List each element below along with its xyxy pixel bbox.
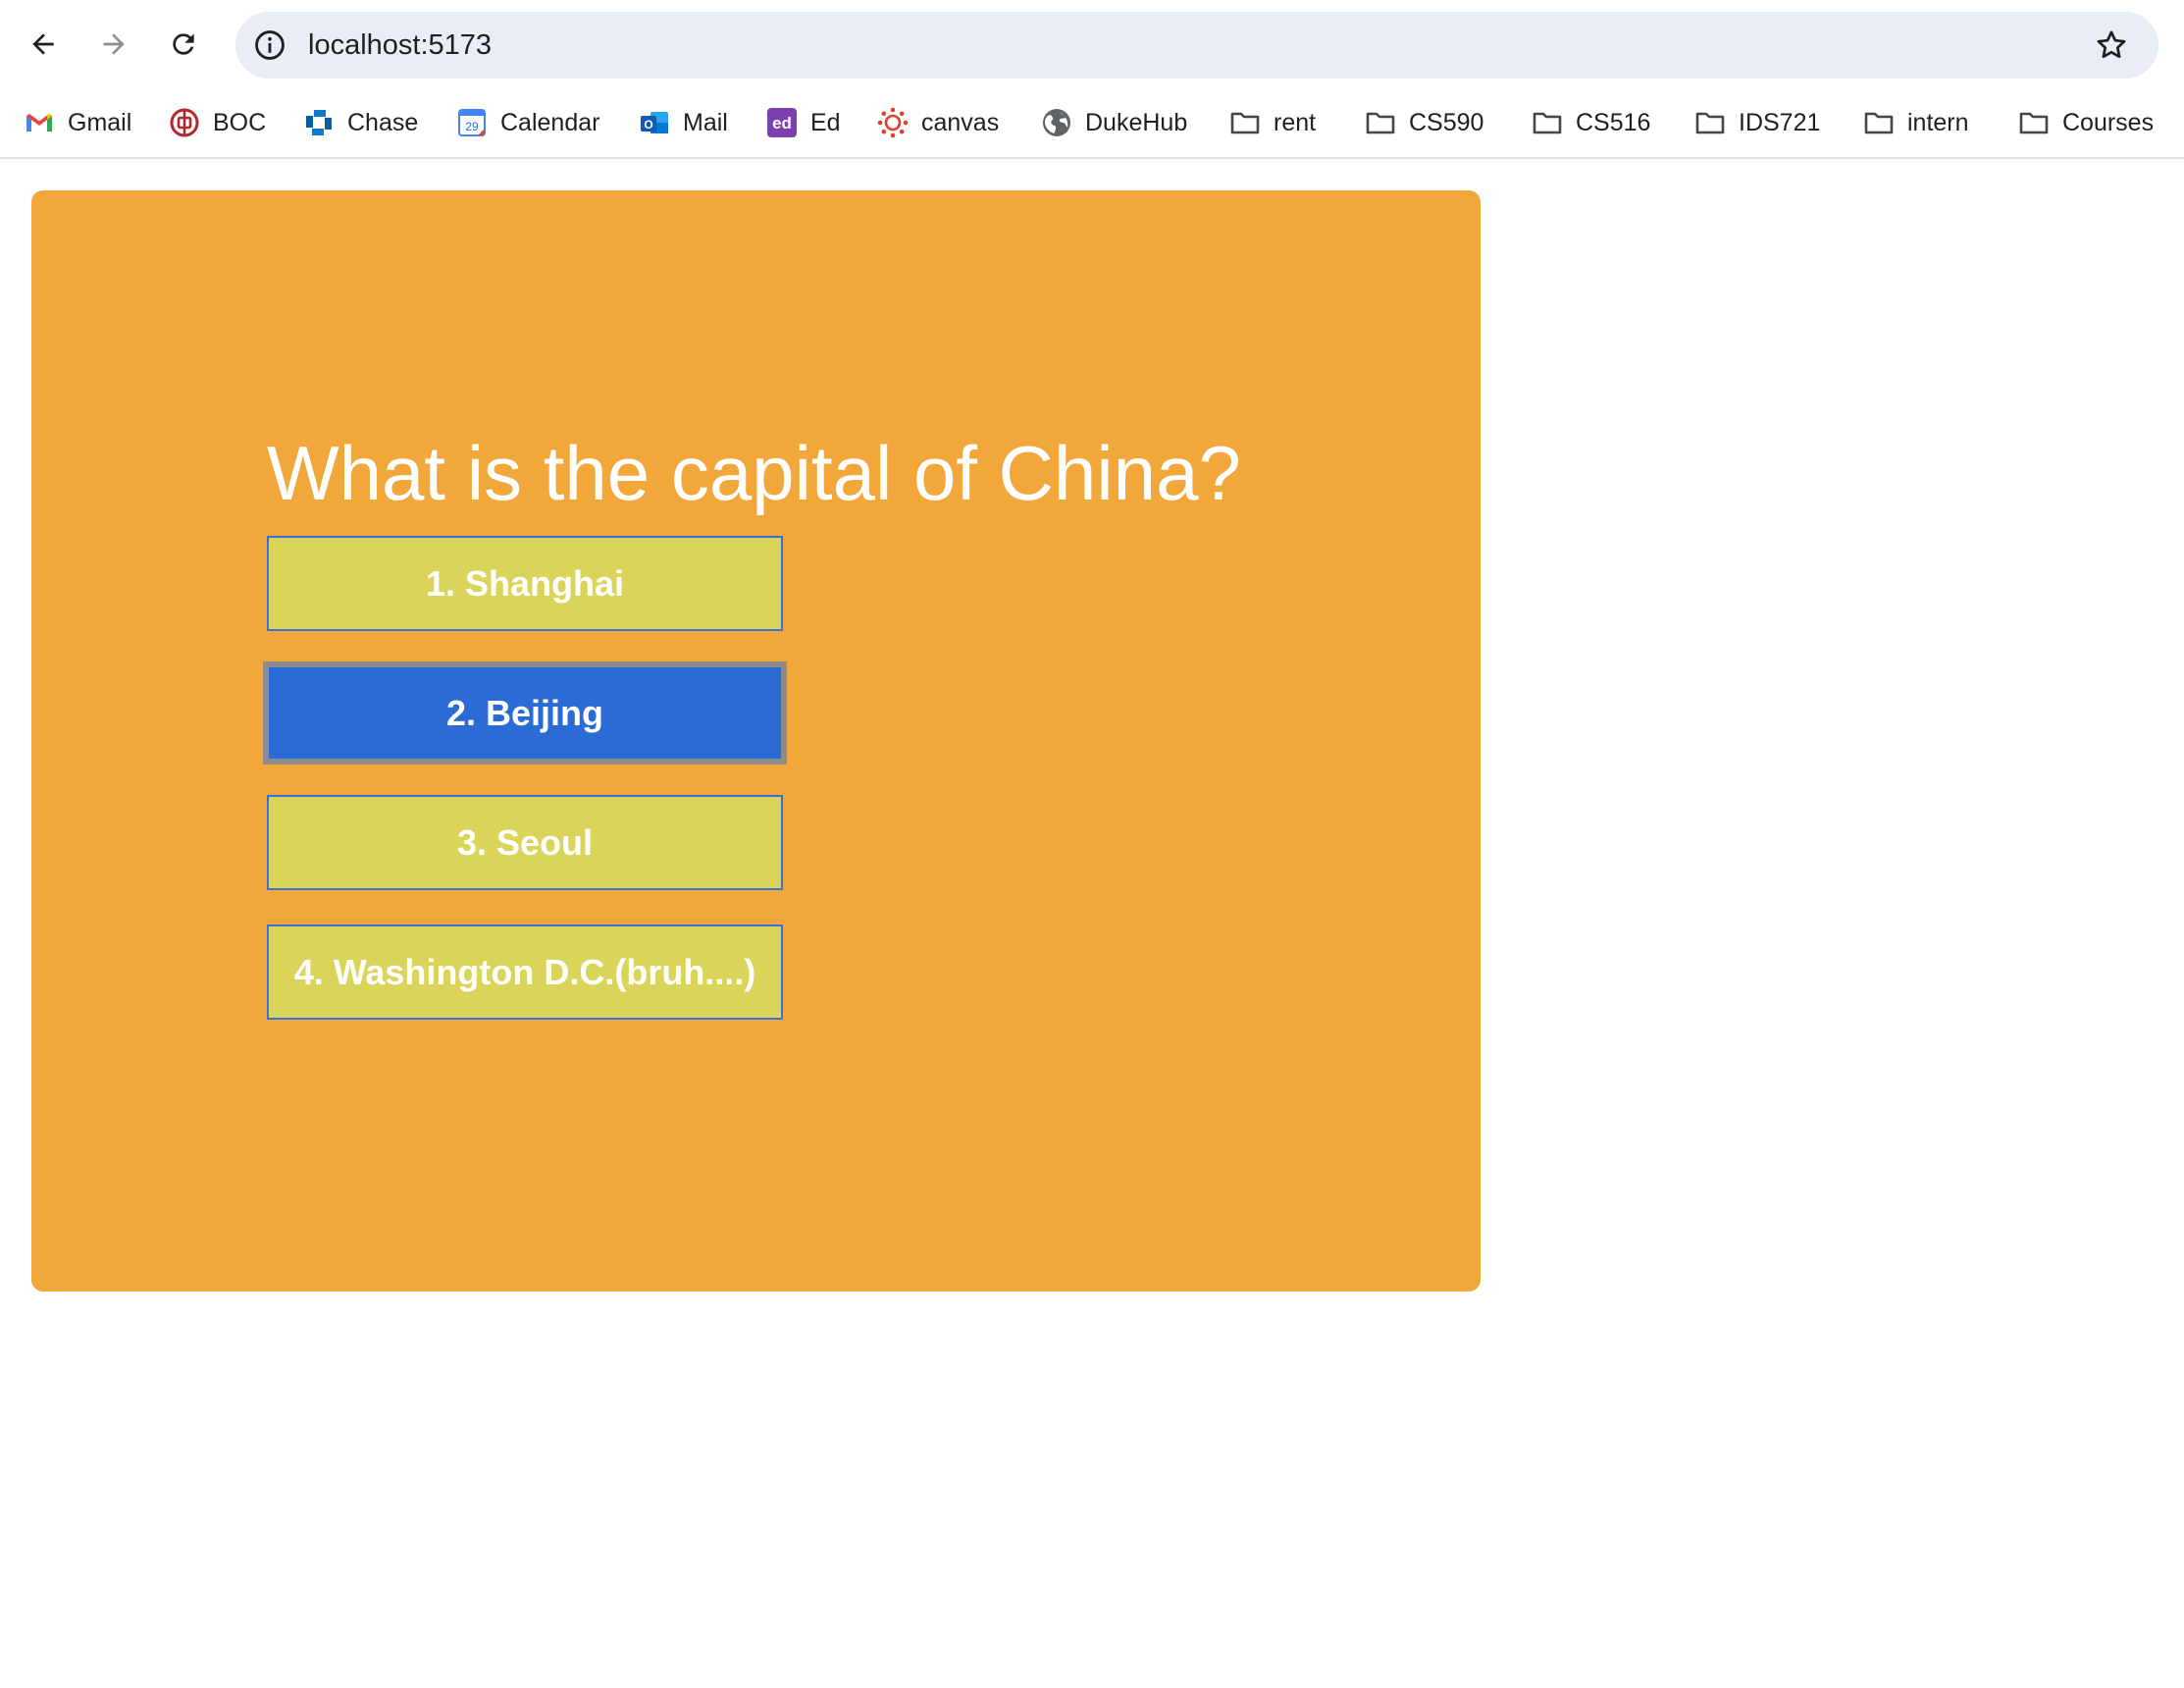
gmail-icon bbox=[24, 107, 55, 138]
reload-button[interactable] bbox=[161, 22, 206, 67]
chase-icon bbox=[303, 107, 335, 138]
calendar-icon: 29 bbox=[456, 107, 488, 138]
outlook-icon: O bbox=[639, 107, 670, 138]
folder-icon bbox=[1863, 107, 1895, 138]
bookmark-chase[interactable]: Chase bbox=[303, 88, 418, 157]
bookmark-label: Calendar bbox=[500, 108, 600, 136]
url-text[interactable]: localhost:5173 bbox=[308, 12, 492, 79]
folder-icon bbox=[1532, 107, 1563, 138]
folder-icon bbox=[1229, 107, 1261, 138]
question-title: What is the capital of China? bbox=[267, 430, 1241, 516]
forward-button[interactable] bbox=[91, 22, 136, 67]
bookmark-label: Gmail bbox=[68, 108, 132, 136]
svg-text:ed: ed bbox=[772, 114, 792, 132]
svg-text:29: 29 bbox=[465, 120, 479, 133]
ed-icon: ed bbox=[766, 107, 798, 138]
bookmark-folder-cs590[interactable]: CS590 bbox=[1365, 88, 1483, 157]
bookmark-label: DukeHub bbox=[1085, 108, 1188, 136]
boc-icon bbox=[169, 107, 200, 138]
browser-toolbar: localhost:5173 bbox=[0, 0, 2184, 88]
bookmark-dukehub[interactable]: DukeHub bbox=[1041, 88, 1187, 157]
address-bar[interactable]: localhost:5173 bbox=[235, 12, 2158, 79]
bookmark-folder-cs516[interactable]: CS516 bbox=[1532, 88, 1650, 157]
bookmark-ed[interactable]: ed Ed bbox=[766, 88, 841, 157]
bookmark-label: Ed bbox=[810, 108, 841, 136]
star-icon[interactable] bbox=[2094, 27, 2129, 63]
back-button[interactable] bbox=[21, 22, 66, 67]
arrow-right-icon bbox=[103, 33, 125, 55]
answer-button-washington[interactable]: 4. Washington D.C.(bruh....) bbox=[267, 924, 783, 1020]
bookmark-label: rent bbox=[1274, 108, 1317, 136]
bookmark-gmail[interactable]: Gmail bbox=[24, 88, 131, 157]
bookmark-mail[interactable]: O Mail bbox=[639, 88, 728, 157]
bookmark-folder-rent[interactable]: rent bbox=[1229, 88, 1316, 157]
reload-icon bbox=[173, 33, 194, 55]
bookmark-label: intern bbox=[1907, 108, 1969, 136]
folder-icon bbox=[2018, 107, 2050, 138]
folder-icon bbox=[1365, 107, 1396, 138]
bookmark-label: CS516 bbox=[1576, 108, 1651, 136]
bookmarks-bar: Gmail BOC Chase 29 Calendar O Mail ed Ed… bbox=[0, 88, 2184, 159]
bookmark-label: BOC bbox=[213, 108, 267, 136]
globe-icon bbox=[1041, 107, 1072, 138]
bookmark-label: Courses bbox=[2062, 108, 2155, 136]
canvas-icon bbox=[877, 107, 909, 138]
bookmark-label: Chase bbox=[347, 108, 419, 136]
bookmark-folder-courses[interactable]: Courses bbox=[2018, 88, 2154, 157]
bookmark-canvas[interactable]: canvas bbox=[877, 88, 999, 157]
svg-text:O: O bbox=[644, 118, 652, 132]
bookmark-folder-ids721[interactable]: IDS721 bbox=[1694, 88, 1820, 157]
bookmark-label: canvas bbox=[921, 108, 1000, 136]
quiz-card: What is the capital of China? 1. Shangha… bbox=[31, 190, 1481, 1292]
bookmark-boc[interactable]: BOC bbox=[169, 88, 266, 157]
info-icon[interactable] bbox=[253, 28, 286, 62]
answer-button-beijing[interactable]: 2. Beijing bbox=[263, 661, 787, 765]
bookmark-label: CS590 bbox=[1409, 108, 1484, 136]
bookmark-folder-intern[interactable]: intern bbox=[1863, 88, 1969, 157]
bookmark-calendar[interactable]: 29 Calendar bbox=[456, 88, 599, 157]
bookmark-label: IDS721 bbox=[1739, 108, 1821, 136]
bookmark-label: Mail bbox=[683, 108, 728, 136]
answer-button-shanghai[interactable]: 1. Shanghai bbox=[267, 536, 783, 631]
arrow-left-icon bbox=[32, 33, 54, 55]
answer-button-seoul[interactable]: 3. Seoul bbox=[267, 795, 783, 890]
folder-icon bbox=[1694, 107, 1726, 138]
